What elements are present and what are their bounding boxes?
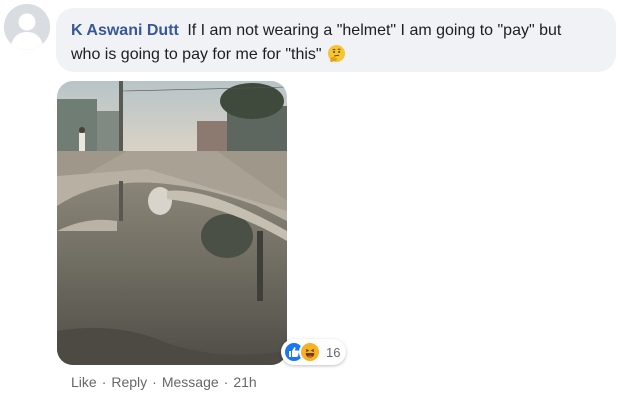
reply-link[interactable]: Reply — [111, 374, 147, 390]
like-link[interactable]: Like — [71, 374, 97, 390]
comment-actions: Like · Reply · Message · 21h — [71, 374, 257, 390]
comment-attached-photo[interactable] — [57, 81, 287, 365]
reactions-count: 16 — [326, 344, 341, 360]
separator-dot: · — [101, 374, 107, 390]
default-profile-icon — [4, 4, 50, 50]
comment-line-2: who is going to pay for me for "this" — [71, 43, 602, 67]
comment-timestamp[interactable]: 21h — [233, 374, 256, 390]
separator-dot: · — [152, 374, 157, 390]
comment-line-1: K Aswani Dutt If I am not wearing a "hel… — [71, 19, 602, 43]
comment-container: K Aswani Dutt If I am not wearing a "hel… — [0, 0, 640, 409]
pothole-road-photo — [57, 81, 287, 365]
comment-text-line-1: If I am not wearing a "helmet" I am goin… — [187, 22, 562, 39]
thinking-face-icon — [327, 44, 346, 63]
comment-author-name[interactable]: K Aswani Dutt — [71, 22, 179, 39]
reactions-summary[interactable]: 16 — [281, 339, 347, 365]
haha-reaction-icon — [299, 341, 321, 363]
separator-dot: · — [223, 374, 229, 390]
comment-text-line-2: who is going to pay for me for "this" — [71, 46, 322, 63]
comment-bubble: K Aswani Dutt If I am not wearing a "hel… — [56, 8, 616, 72]
message-link[interactable]: Message — [162, 374, 219, 390]
avatar[interactable] — [4, 4, 50, 50]
